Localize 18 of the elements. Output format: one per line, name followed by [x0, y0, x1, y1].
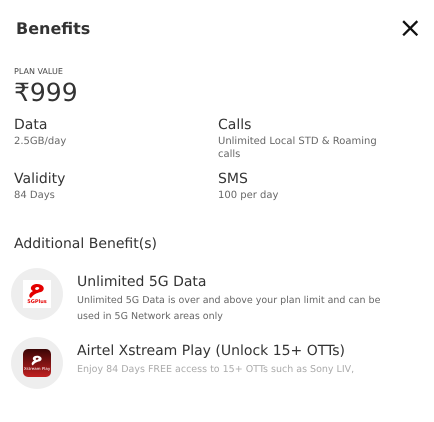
benefit-description: Unlimited 5G Data is over and above your plan limit and can be used in 5G Network areas only	[77, 294, 382, 324]
benefit-value: Unlimited Local STD & Roaming calls	[218, 135, 378, 161]
benefit-value: 2.5GB/day	[14, 135, 68, 148]
benefit-name: SMS	[218, 171, 249, 187]
benefit-description: Enjoy 84 Days FREE access to 15+ OTTs such as Sony LIV,	[77, 363, 354, 377]
plan-price: ₹999	[14, 78, 79, 107]
benefit-value: 100 per day	[218, 189, 280, 202]
benefit-name: Calls	[218, 117, 252, 133]
close-button[interactable]: ×	[398, 16, 422, 40]
sheet-title: Benefits	[16, 18, 90, 38]
swirl-icon	[30, 355, 44, 366]
benefit-value: 84 Days	[14, 189, 56, 202]
plan-value-label: PLAN VALUE	[14, 67, 64, 76]
benefit-name: Data	[14, 117, 48, 133]
section-heading: Additional Benefit(s)	[14, 236, 158, 252]
benefit-title: Unlimited 5G Data	[77, 274, 208, 290]
benefit-title: Airtel Xstream Play (Unlock 15+ OTTs)	[77, 343, 346, 359]
benefit-name: Validity	[14, 171, 66, 187]
